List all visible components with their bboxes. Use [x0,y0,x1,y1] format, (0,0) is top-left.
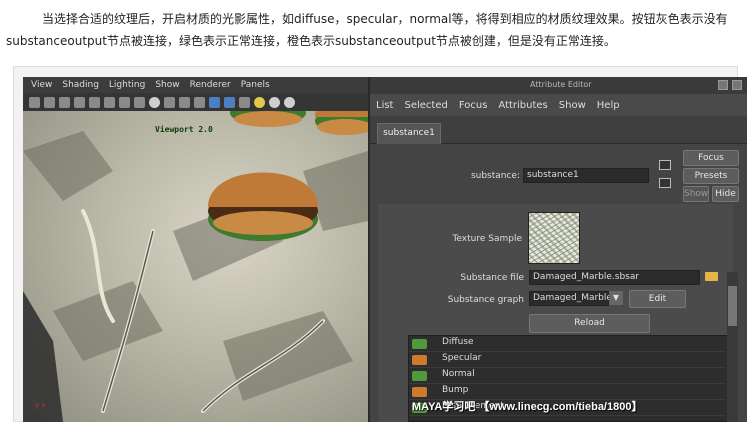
output-connection-icon[interactable] [659,178,671,188]
output-label: Diffuse [442,337,474,347]
texture-icon[interactable] [194,96,205,108]
substance-graph-dropdown[interactable]: Damaged_Marble [529,291,612,306]
substance-graph-label: Substance graph [447,295,524,305]
float-icon[interactable] [718,80,728,90]
attributes-icon[interactable] [44,96,55,108]
edit-button[interactable]: Edit [629,290,686,308]
output-label: Bump [442,385,469,395]
specular-toggle[interactable] [412,355,427,365]
image-plane-icon[interactable] [74,96,85,108]
tab-bar: substance1 [370,116,747,144]
menu-focus[interactable]: Focus [459,100,488,111]
burger-top-right [315,111,368,135]
folder-icon[interactable] [705,272,718,281]
focus-button[interactable]: Focus [683,150,739,166]
tab-substance1[interactable]: substance1 [377,123,441,144]
smooth-shade-icon[interactable] [164,96,175,108]
grid-icon[interactable] [89,96,100,108]
output-row-specular: Specular [409,352,725,368]
viewport-menubar: View Shading Lighting Show Renderer Pane… [23,77,368,93]
burger-large [208,172,318,241]
light-icon[interactable] [254,96,265,108]
diffuse-toggle[interactable] [412,339,427,349]
film-gate-icon[interactable] [104,96,115,108]
isolate-icon[interactable] [239,96,250,108]
output-label: Normal [442,369,475,379]
bump-toggle[interactable] [412,387,427,397]
hide-button[interactable]: Hide [712,186,739,202]
menu-view[interactable]: View [31,80,52,90]
show-button[interactable]: Show [683,186,709,202]
menu-lighting[interactable]: Lighting [109,80,145,90]
attribute-editor-title: Attribute Editor [530,80,592,89]
viewport-scene[interactable]: Viewport 2.0 y x [23,111,368,422]
attribute-editor: Attribute Editor List Selected Focus Att… [368,77,747,422]
viewport-panel[interactable]: View Shading Lighting Show Renderer Pane… [23,77,368,422]
substance-file-label: Substance file [460,273,524,283]
article-paragraph: 当选择合适的纹理后，开启材质的光影属性，如diffuse，specular，no… [6,12,728,48]
menu-list[interactable]: List [376,100,393,111]
gate-mask-icon[interactable] [134,96,145,108]
input-connection-icon[interactable] [659,160,671,170]
menu-attributes[interactable]: Attributes [498,100,547,111]
menu-shading[interactable]: Shading [62,80,99,90]
normal-toggle[interactable] [412,371,427,381]
watermark: MAYA学习吧 【www.linecg.com/tieba/1800】 [412,401,643,413]
close-icon[interactable] [732,80,742,90]
menu-selected[interactable]: Selected [404,100,447,111]
xray-icon[interactable] [179,96,190,108]
texture-sample-label: Texture Sample [452,234,522,244]
attribute-scrollbar[interactable] [727,272,738,422]
output-row-normal: Normal [409,368,725,384]
substance-label: substance: [470,171,520,181]
bookmark-icon[interactable] [59,96,70,108]
menu-help[interactable]: Help [597,100,620,111]
menu-renderer[interactable]: Renderer [190,80,231,90]
scrollbar-thumb[interactable] [728,286,737,326]
attribute-editor-menubar: List Selected Focus Attributes Show Help [370,94,747,116]
substance-name-field[interactable]: substance1 [523,168,649,183]
presets-button[interactable]: Presets [683,168,739,184]
viewport-label: Viewport 2.0 [155,125,213,134]
menu-panels[interactable]: Panels [241,80,270,90]
maya-window: View Shading Lighting Show Renderer Pane… [23,77,747,422]
axis-gizmo-icon: y x [35,401,46,409]
chevron-down-icon[interactable]: ▼ [609,291,623,305]
output-row-diffuse: Diffuse [409,336,725,352]
substance-file-field[interactable]: Damaged_Marble.sbsar [529,270,700,285]
reload-button[interactable]: Reload [529,314,650,333]
wireframe-icon[interactable] [149,96,160,108]
menu-show[interactable]: Show [155,80,179,90]
resolution-gate-icon[interactable] [119,96,130,108]
cube-icon[interactable] [209,96,220,108]
texture-sample-image [528,212,580,264]
cube-shaded-icon[interactable] [224,96,235,108]
attribute-editor-titlebar: Attribute Editor [370,77,747,94]
burger-top-left [230,111,306,127]
scene-render [23,111,368,422]
viewport-toolbar [23,93,368,111]
shadow-icon[interactable] [284,96,295,108]
camera-icon[interactable] [29,96,40,108]
menu-show[interactable]: Show [559,100,586,111]
output-label: Specular [442,353,482,363]
sphere-icon[interactable] [269,96,280,108]
